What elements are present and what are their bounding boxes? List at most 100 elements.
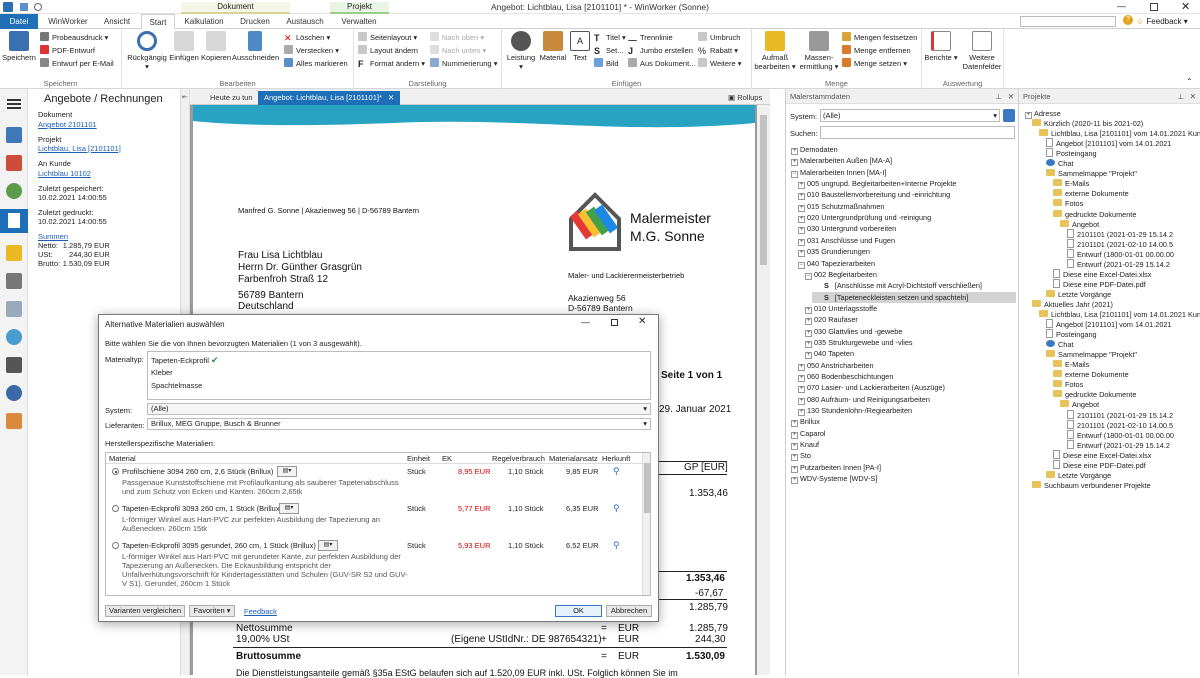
- paste-button[interactable]: Einfügen: [168, 31, 200, 62]
- feedback-button[interactable]: ☺ Feedback ▾: [1136, 17, 1188, 26]
- mal-tree-item[interactable]: +010 Baustellenvorbereitung und -einrich…: [798, 189, 950, 201]
- delete-button[interactable]: ✕ Löschen ▾: [284, 32, 330, 43]
- expand-toggle-icon[interactable]: −: [791, 170, 798, 178]
- mal-tree-item[interactable]: +080 Aufräum- und Reinigungsarbeiten: [798, 394, 930, 405]
- expand-toggle-icon[interactable]: +: [798, 227, 805, 235]
- mal-tree-item[interactable]: −040 Tapezierarbeiten: [798, 258, 875, 269]
- magnifier-icon[interactable]: ⚲: [613, 540, 620, 551]
- tab-datei[interactable]: Datei: [0, 14, 38, 29]
- ribbon-collapse-icon[interactable]: ⌃: [1186, 77, 1193, 86]
- mal-system-select[interactable]: (Alle) ▾: [820, 109, 1000, 122]
- berichte-button[interactable]: Berichte ▾: [924, 31, 958, 62]
- mal-tree-item[interactable]: +060 Bodenbeschichtungen: [798, 371, 893, 382]
- materialtyp-item[interactable]: Kleber: [151, 368, 173, 377]
- mal-tree-item[interactable]: + Knauf: [791, 439, 819, 451]
- select-all-button[interactable]: Alles markieren: [284, 58, 348, 69]
- expand-toggle-icon[interactable]: +: [798, 238, 805, 246]
- cancel-button[interactable]: Abbrechen: [606, 605, 652, 617]
- mal-tree-item[interactable]: + Demodaten: [791, 144, 838, 155]
- materialtyp-item[interactable]: Spachtelmasse: [151, 381, 202, 390]
- undo-button[interactable]: Rückgängig ▾: [126, 31, 168, 71]
- bild-button[interactable]: Bild: [594, 58, 619, 69]
- minimize-button[interactable]: —: [1117, 1, 1126, 11]
- expand-toggle-icon[interactable]: +: [798, 204, 805, 212]
- mal-tree-item[interactable]: S [Tapeteneckleisten setzen und spachteln…: [812, 291, 1016, 303]
- expand-toggle-icon[interactable]: +: [798, 182, 805, 190]
- mal-tree-item[interactable]: +005 ungrupd. Begleitarbeiten+Interne Pr…: [798, 178, 957, 190]
- dialog-close-button[interactable]: ✕: [638, 316, 646, 327]
- mal-tree-item[interactable]: +130 Stundenlohn-/Regiearbeiten: [798, 405, 912, 417]
- dialog-feedback-link[interactable]: Feedback: [244, 607, 277, 616]
- table-scroll-thumb[interactable]: [644, 463, 650, 513]
- titel-button[interactable]: T Titel ▾: [594, 32, 626, 43]
- nav-calendar-icon[interactable]: [6, 155, 22, 171]
- magnifier-icon[interactable]: ⚲: [613, 466, 620, 477]
- col-regelverbrauch[interactable]: Regelverbrauch: [492, 454, 545, 463]
- aus-dokument-button[interactable]: Aus Dokument...: [628, 58, 695, 69]
- materialtyp-list[interactable]: Tapeten-Eckprofil ✔ Kleber Spachtelmasse: [147, 351, 651, 400]
- material-button[interactable]: Material: [538, 31, 568, 62]
- nav-measure-icon[interactable]: [6, 245, 22, 261]
- pdf-entwurf-button[interactable]: PDF-Entwurf: [40, 45, 95, 56]
- dialog-minimize-button[interactable]: —: [581, 317, 590, 327]
- rabatt-button[interactable]: % Rabatt ▾: [698, 45, 738, 56]
- trennlinie-button[interactable]: Trennlinie: [628, 32, 673, 43]
- material-details-button[interactable]: ▤▾: [318, 540, 338, 551]
- mal-tree-item[interactable]: S [Anschlüsse mit Acryl-Dichtstoff versch…: [812, 280, 982, 291]
- mal-tree-item[interactable]: +030 Glattvlies und -gewebe: [805, 326, 902, 337]
- nav-box-icon[interactable]: [6, 413, 22, 429]
- tab-close-icon[interactable]: ✕: [388, 93, 394, 102]
- mal-tree-item[interactable]: − Malerarbeiten Innen [MA-I]: [791, 167, 886, 178]
- mal-tree-item[interactable]: +031 Anschlüsse und Fugen: [798, 235, 895, 246]
- mengen-festsetzen-button[interactable]: Mengen festsetzen: [842, 32, 917, 43]
- pin-icon[interactable]: ⊥: [1177, 89, 1184, 104]
- tab-kalkulation[interactable]: Kalkulation: [180, 14, 228, 29]
- col-herkunft[interactable]: Herkunft: [602, 454, 630, 463]
- mal-tree-item[interactable]: + Sto: [791, 450, 811, 462]
- help-icon[interactable]: ?: [1123, 15, 1133, 25]
- expand-toggle-icon[interactable]: +: [791, 148, 798, 155]
- expand-toggle-icon[interactable]: +: [791, 431, 798, 439]
- nav-clients-icon[interactable]: [6, 127, 22, 143]
- tab-drucken[interactable]: Drucken: [233, 14, 277, 29]
- mal-tree-item[interactable]: +015 Schutzmaßnahmen: [798, 201, 884, 212]
- col-material[interactable]: Material: [109, 454, 136, 463]
- ok-button[interactable]: OK: [555, 605, 602, 617]
- mal-tree-item[interactable]: + Brillux: [791, 416, 820, 428]
- project-tree-item[interactable]: Suchbaum verbundener Projekte: [1032, 480, 1151, 491]
- document-scrollbar[interactable]: [757, 105, 770, 675]
- mal-tree-item[interactable]: +050 Anstricharbeiten: [798, 360, 874, 371]
- material-row[interactable]: Tapeten-Eckprofil 3095 gerundet, 260 cm,…: [106, 539, 650, 588]
- mal-refresh-icon[interactable]: [1003, 109, 1015, 122]
- nav-list-icon[interactable]: [6, 301, 22, 317]
- seitenlayout-button[interactable]: Seitenlayout ▾: [358, 32, 417, 43]
- aufmass-button[interactable]: Aufmaß bearbeiten ▾: [754, 31, 796, 71]
- expand-toggle-icon[interactable]: +: [805, 340, 812, 348]
- mal-tree-item[interactable]: +020 Raufaser: [805, 314, 858, 326]
- nav-chart-icon[interactable]: [6, 329, 22, 345]
- compare-variants-button[interactable]: Varianten vergleichen: [105, 605, 185, 617]
- mal-tree-item[interactable]: + WDV-Systeme [WDV-S]: [791, 473, 877, 485]
- copy-button[interactable]: Kopieren: [200, 31, 232, 62]
- material-row[interactable]: Tapeten-Eckprofil 3093 260 cm, 1 Stück (…: [106, 502, 650, 540]
- tab-heute-zu-tun[interactable]: Heute zu tun: [204, 91, 259, 105]
- expand-toggle-icon[interactable]: +: [805, 352, 812, 360]
- mal-tree-item[interactable]: +035 Strukturgewebe und -vlies: [805, 337, 913, 348]
- mal-tree-item[interactable]: + Caparol: [791, 428, 826, 439]
- materialtyp-item[interactable]: Tapeten-Eckprofil ✔: [151, 355, 219, 366]
- tab-austausch[interactable]: Austausch: [282, 14, 328, 29]
- umbruch-button[interactable]: Umbruch: [698, 32, 740, 43]
- expand-toggle-icon[interactable]: +: [791, 443, 798, 451]
- expand-toggle-icon[interactable]: +: [798, 250, 805, 258]
- mal-tree-item[interactable]: −002 Begleitarbeiten: [805, 269, 877, 280]
- weitere-einfuegen-button[interactable]: Weitere ▾: [698, 58, 742, 69]
- hamburger-menu-icon[interactable]: [7, 99, 21, 109]
- tab-verwalten[interactable]: Verwalten: [334, 14, 384, 29]
- mal-tree-item[interactable]: + Malerarbeiten Außen [MA-A]: [791, 155, 892, 167]
- mal-tree-item[interactable]: +010 Unterlagsstoffe: [805, 303, 877, 314]
- material-details-button[interactable]: ▤▾: [279, 503, 299, 514]
- close-button[interactable]: ✕: [1181, 0, 1190, 13]
- col-ek[interactable]: EK: [442, 454, 452, 463]
- probeausdruck-button[interactable]: Probeausdruck ▾: [40, 32, 108, 43]
- favorites-dropdown[interactable]: Favoriten ▾: [189, 605, 235, 617]
